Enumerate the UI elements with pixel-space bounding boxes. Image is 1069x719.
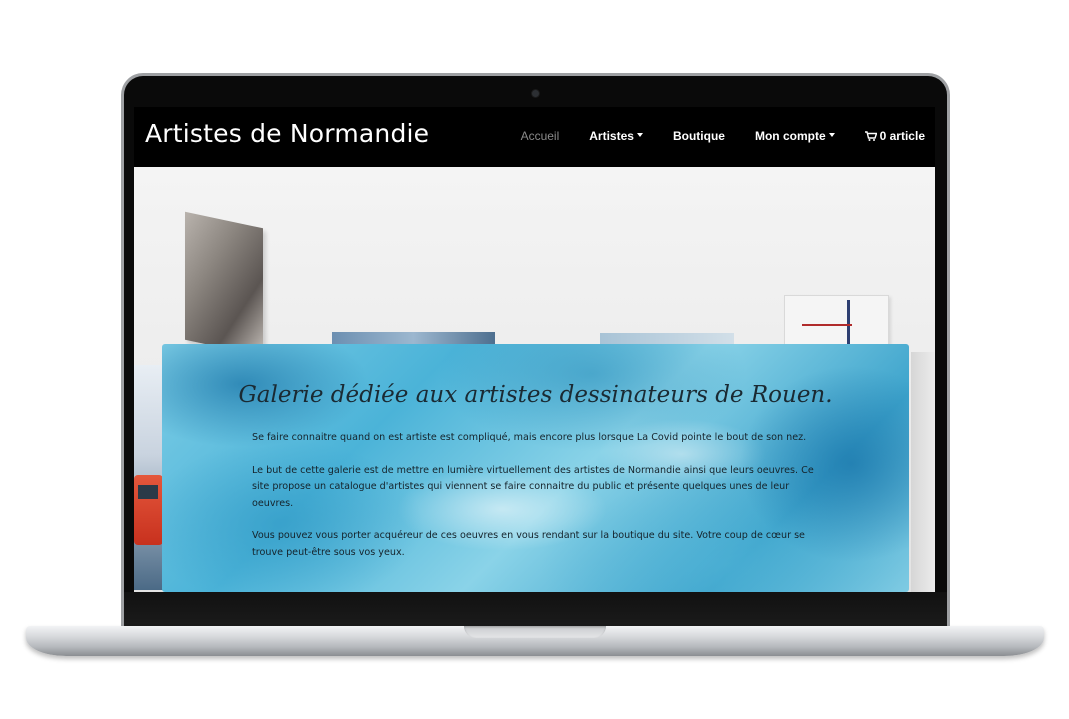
hero-banner: Galerie dédiée aux artistes dessinateurs… [134,167,935,592]
hero-photo-stroke [802,324,852,326]
browser-screen: Artistes de Normandie Accueil Artistes B… [134,107,935,592]
intro-text: Se faire connaitre quand on est artiste … [252,430,832,577]
nav-item-label: Boutique [672,129,725,143]
cart-label: 0 article [879,129,925,143]
nav-item-label: Artistes [589,129,634,143]
nav-item-artistes[interactable]: Artistes [589,129,643,143]
webcam-icon [532,90,539,97]
laptop-bezel [124,592,947,628]
hero-photo-painting [784,295,889,348]
nav-item-label: Accueil [520,129,560,143]
top-navbar: Artistes de Normandie Accueil Artistes B… [134,107,935,167]
nav-item-accueil[interactable]: Accueil [521,129,560,143]
hero-photo-stroke [847,300,850,344]
laptop-notch [464,626,606,638]
hero-photo-frame [911,352,935,592]
nav-item-label: Mon compte [754,129,826,143]
nav-item-boutique[interactable]: Boutique [673,129,725,143]
site-brand[interactable]: Artistes de Normandie [145,119,429,148]
intro-card: Galerie dédiée aux artistes dessinateurs… [162,344,909,592]
intro-paragraph: Le but de cette galerie est de mettre en… [252,464,814,509]
page-title: Galerie dédiée aux artistes dessinateurs… [238,382,833,408]
hero-photo-painting [185,211,263,357]
caret-down-icon [636,133,643,137]
cart-icon [864,131,877,141]
nav-menu: Accueil Artistes Boutique Mon compte 0 a… [491,129,925,143]
caret-down-icon [828,133,835,137]
intro-paragraph: Vous pouvez vous porter acquéreur de ces… [252,530,805,558]
intro-paragraph: Se faire connaitre quand on est artiste … [252,432,807,443]
nav-item-mon-compte[interactable]: Mon compte [755,129,835,143]
nav-item-cart[interactable]: 0 article [864,129,925,143]
hero-photo-van-window [138,485,158,499]
